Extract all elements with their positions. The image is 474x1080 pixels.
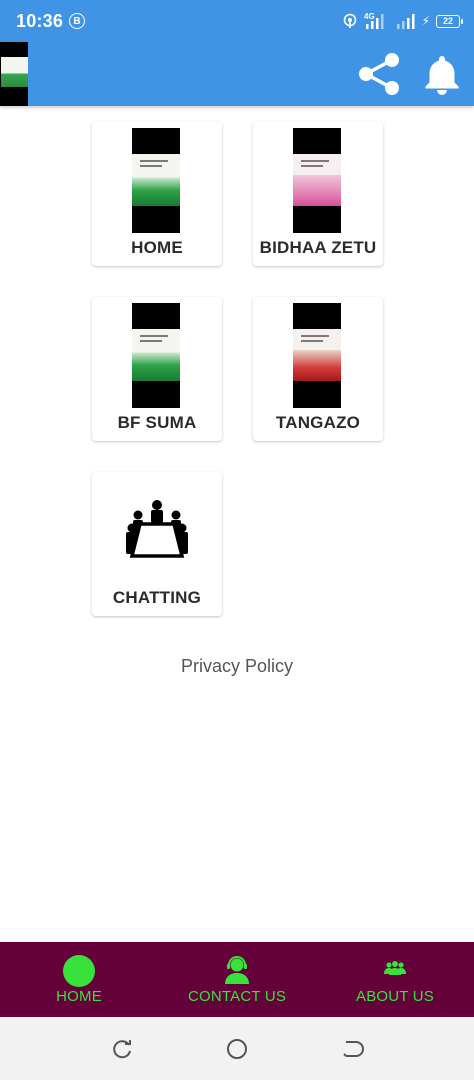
bottom-navigation: HOME CONTACT US ABOUT US (0, 942, 474, 1017)
menu-label-chatting: CHATTING (112, 588, 202, 607)
bf-suma-thumbnail (132, 303, 180, 408)
signal-4g-icon: 4G (364, 12, 384, 29)
charging-icon: ⚡ (421, 14, 430, 28)
status-bar: 10:36 B 4G ⚡ 22 (0, 0, 474, 42)
nav-label-home: HOME (56, 988, 102, 1005)
nav-label-about-us: ABOUT US (355, 988, 434, 1005)
group-icon (384, 961, 406, 975)
bidhaa-zetu-thumbnail (293, 128, 341, 233)
nav-item-home[interactable]: HOME (0, 942, 158, 1017)
menu-label-home: HOME (131, 238, 183, 257)
logo-image (1, 57, 28, 87)
home-circle-icon[interactable] (225, 1037, 249, 1061)
hotspot-icon (343, 13, 356, 28)
product-poster (132, 329, 180, 381)
product-poster (293, 154, 341, 206)
bell-icon[interactable] (420, 52, 464, 96)
menu-label-bidhaa-zetu: BIDHAA ZETU (259, 238, 377, 257)
product-poster (132, 154, 180, 206)
svg-text:4G: 4G (364, 12, 375, 21)
app-logo[interactable] (0, 42, 28, 106)
battery-icon: 22 (436, 14, 463, 28)
signal-icon (396, 14, 415, 29)
menu-label-tangazo: TANGAZO (275, 413, 361, 432)
status-time: 10:36 (16, 10, 64, 31)
nav-item-contact-us[interactable]: CONTACT US (158, 942, 316, 1017)
product-poster (293, 329, 341, 381)
recent-apps-icon[interactable] (110, 1037, 134, 1061)
support-agent-icon (225, 956, 249, 984)
menu-card-chatting[interactable]: CHATTING (92, 472, 222, 616)
tangazo-thumbnail (293, 303, 341, 408)
system-navigation-bar (0, 1017, 474, 1080)
circle-icon (63, 955, 95, 987)
meeting-table-icon (126, 500, 188, 558)
menu-card-bidhaa-zetu[interactable]: BIDHAA ZETU (253, 122, 383, 266)
privacy-policy-link[interactable]: Privacy Policy (0, 656, 474, 677)
menu-card-bf-suma[interactable]: BF SUMA (92, 297, 222, 441)
status-icons: 4G ⚡ 22 (342, 12, 463, 30)
menu-card-home[interactable]: HOME (92, 122, 222, 266)
nav-label-contact-us: CONTACT US (187, 988, 287, 1005)
menu-card-tangazo[interactable]: TANGAZO (253, 297, 383, 441)
back-icon[interactable] (340, 1037, 364, 1061)
home-thumbnail (132, 128, 180, 233)
nav-item-about-us[interactable]: ABOUT US (316, 942, 474, 1017)
menu-label-bf-suma: BF SUMA (117, 413, 197, 432)
b-badge-icon: B (69, 13, 86, 29)
share-icon[interactable] (356, 50, 404, 98)
